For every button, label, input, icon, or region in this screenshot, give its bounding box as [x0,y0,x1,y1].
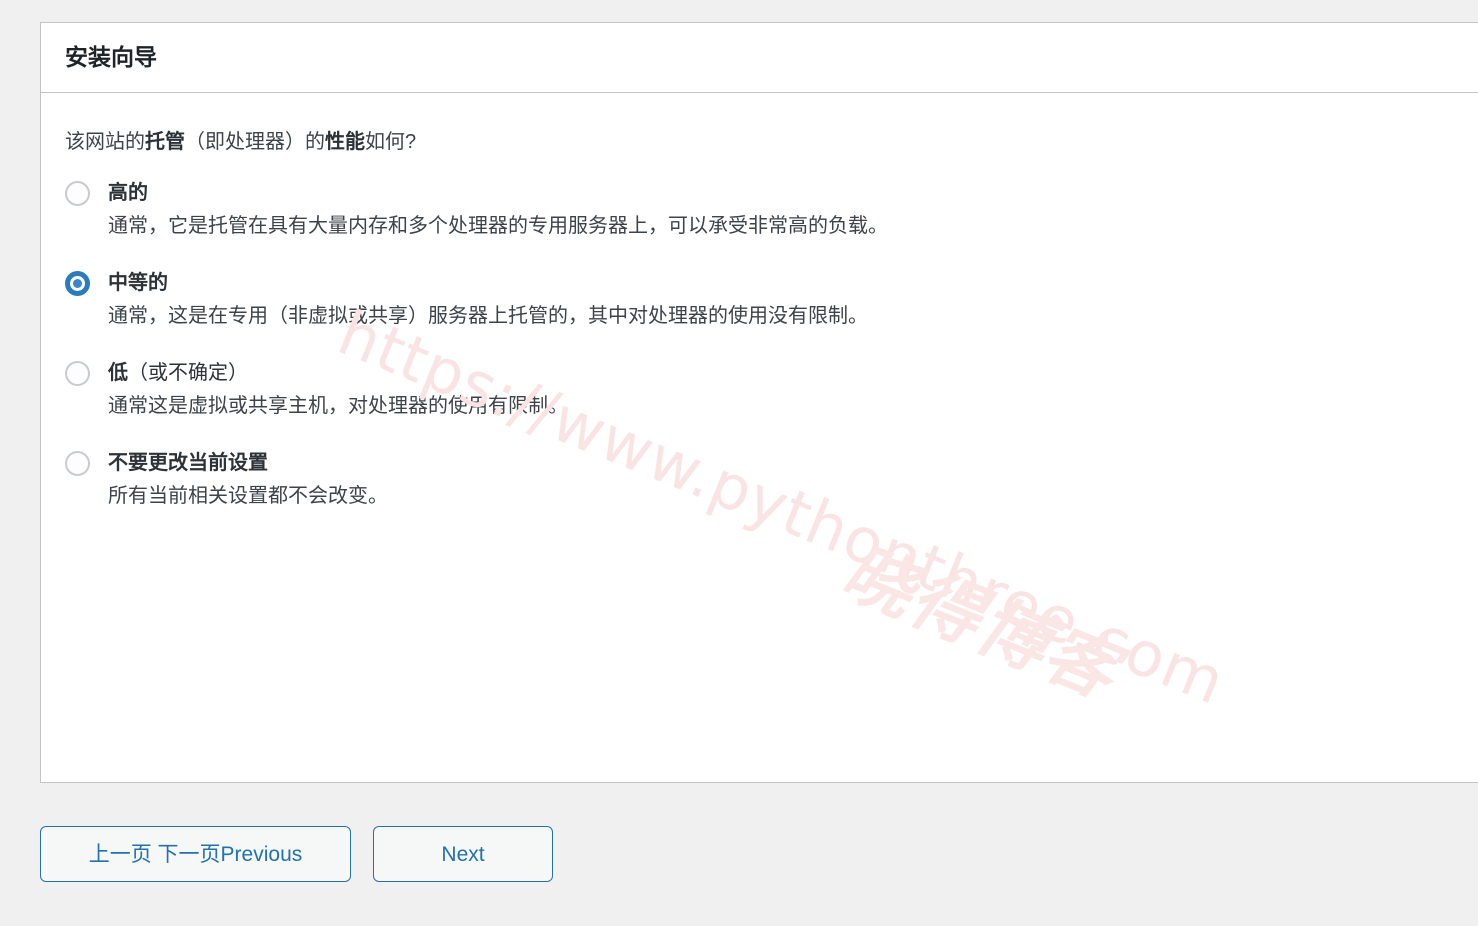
wizard-button-bar: 上一页 下一页Previous Next [40,826,553,882]
question-prefix: 该网站的 [65,131,145,153]
installation-wizard-card: 安装向导 该网站的托管（即处理器）的性能如何? 高的 通常，它是托管在具有大量内… [40,22,1478,783]
radio-option-medium[interactable]: 中等的 通常，这是在专用（非虚拟或共享）服务器上托管的，其中对处理器的使用没有限… [65,269,1478,331]
radio-description-low: 通常这是虚拟或共享主机，对处理器的使用有限制。 [108,395,568,417]
radio-label-low[interactable]: 低（或不确定） [108,359,1478,388]
radio-label-no-change-text: 不要更改当前设置 [108,452,268,474]
radio-label-low-text: 低 [108,362,128,384]
question-suffix: 如何? [365,131,417,153]
radio-button-medium[interactable] [65,271,90,296]
radio-label-high-text: 高的 [108,182,148,204]
question-bold-hosting: 托管 [145,131,185,153]
radio-label-medium[interactable]: 中等的 [108,269,1478,298]
radio-option-low[interactable]: 低（或不确定） 通常这是虚拟或共享主机，对处理器的使用有限制。 [65,359,1478,421]
card-header: 安装向导 [41,23,1478,93]
hosting-performance-radio-group: 高的 通常，它是托管在具有大量内存和多个处理器的专用服务器上，可以承受非常高的负… [65,179,1478,511]
page-title: 安装向导 [65,43,157,70]
radio-label-medium-text: 中等的 [108,272,168,294]
radio-label-no-change[interactable]: 不要更改当前设置 [108,449,1478,478]
radio-label-low-suffix: （或不确定） [128,362,248,384]
radio-option-no-change[interactable]: 不要更改当前设置 所有当前相关设置都不会改变。 [65,449,1478,511]
card-body: 该网站的托管（即处理器）的性能如何? 高的 通常，它是托管在具有大量内存和多个处… [41,93,1478,511]
radio-button-low[interactable] [65,361,90,386]
radio-button-no-change[interactable] [65,451,90,476]
next-button[interactable]: Next [373,826,553,882]
radio-button-high[interactable] [65,181,90,206]
question-bold-performance: 性能 [325,131,365,153]
radio-description-no-change: 所有当前相关设置都不会改变。 [108,485,388,507]
radio-description-medium: 通常，这是在专用（非虚拟或共享）服务器上托管的，其中对处理器的使用没有限制。 [108,305,868,327]
previous-button[interactable]: 上一页 下一页Previous [40,826,351,882]
radio-label-high[interactable]: 高的 [108,179,1478,208]
question-middle: （即处理器）的 [185,131,325,153]
radio-description-high: 通常，它是托管在具有大量内存和多个处理器的专用服务器上，可以承受非常高的负载。 [108,215,888,237]
question-text: 该网站的托管（即处理器）的性能如何? [65,127,1478,157]
radio-option-high[interactable]: 高的 通常，它是托管在具有大量内存和多个处理器的专用服务器上，可以承受非常高的负… [65,179,1478,241]
